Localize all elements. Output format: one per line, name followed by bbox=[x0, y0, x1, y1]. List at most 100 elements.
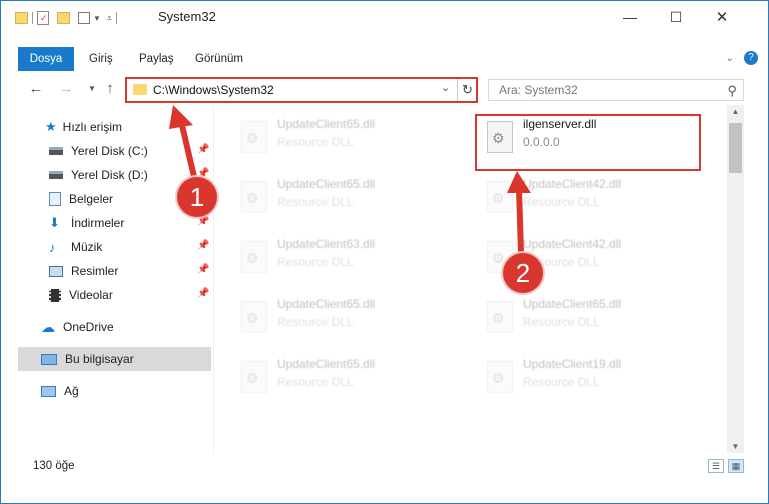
view-options-icon[interactable] bbox=[78, 12, 90, 24]
file-item[interactable]: ⚙ UpdateClient19.dll Resource DLL bbox=[477, 351, 707, 399]
file-item[interactable]: ⚙ UpdateClient42.dll Resource DLL bbox=[477, 171, 707, 219]
target-file-highlight bbox=[475, 114, 701, 171]
sidebar-item-this-pc[interactable]: Bu bilgisayar bbox=[18, 347, 211, 371]
file-description: Resource DLL bbox=[277, 195, 354, 209]
tab-view[interactable]: Görünüm bbox=[195, 47, 243, 71]
search-icon[interactable]: ⚲ bbox=[727, 81, 737, 101]
item-count: 130 öğe bbox=[33, 460, 75, 472]
sidebar-item-label: Videolar bbox=[69, 288, 113, 302]
close-button[interactable]: ✕ bbox=[699, 1, 745, 33]
sidebar-item-label: Yerel Disk (C:) bbox=[71, 144, 148, 158]
dll-file-icon: ⚙ bbox=[241, 181, 267, 213]
file-description: Resource DLL bbox=[523, 315, 600, 329]
file-item[interactable]: ⚙ UpdateClient63.dll Resource DLL bbox=[231, 231, 461, 279]
dll-file-icon: ⚙ bbox=[487, 301, 513, 333]
window-title: System32 bbox=[158, 9, 216, 24]
customize-toolbar-icon[interactable]: ⩡ bbox=[107, 13, 112, 24]
large-icons-view-icon[interactable]: ▦ bbox=[728, 459, 744, 473]
sidebar-item-videos[interactable]: Videolar 📌 bbox=[1, 283, 211, 307]
computer-icon bbox=[41, 353, 57, 365]
explorer-window: ✓ ▼ ⩡ System32 — ☐ ✕ Dosya Giriş Paylaş … bbox=[0, 0, 769, 504]
tab-file[interactable]: Dosya bbox=[18, 47, 74, 71]
scroll-down-icon[interactable]: ▼ bbox=[727, 442, 744, 451]
dll-file-icon: ⚙ bbox=[241, 121, 267, 153]
pin-icon: 📌 bbox=[197, 288, 210, 299]
quick-access-toolbar: ✓ ▼ ⩡ bbox=[15, 10, 121, 26]
sidebar-item-label: OneDrive bbox=[63, 320, 114, 334]
search-placeholder: Ara: System32 bbox=[499, 83, 578, 97]
pin-icon: 📌 bbox=[197, 216, 210, 227]
ribbon-tabs: Dosya Giriş Paylaş Görünüm ⌄ ? bbox=[1, 47, 768, 71]
expand-ribbon-icon[interactable]: ⌄ bbox=[726, 53, 734, 64]
sidebar-item-quick-access[interactable]: ★ Hızlı erişim bbox=[1, 115, 211, 139]
dll-file-icon: ⚙ bbox=[241, 301, 267, 333]
chevron-down-icon[interactable]: ⌄ bbox=[441, 81, 450, 94]
file-description: Resource DLL bbox=[277, 135, 354, 149]
file-description: Resource DLL bbox=[523, 375, 600, 389]
sidebar-item-network[interactable]: Ağ bbox=[1, 379, 211, 403]
help-icon[interactable]: ? bbox=[744, 51, 758, 65]
cloud-icon: ☁ bbox=[41, 318, 55, 335]
details-view-icon[interactable]: ☰ bbox=[708, 459, 724, 473]
videos-icon bbox=[49, 288, 61, 302]
up-arrow-icon[interactable]: ↑ bbox=[101, 80, 119, 98]
file-name: UpdateClient65.dll bbox=[277, 117, 376, 131]
dll-file-icon: ⚙ bbox=[487, 181, 513, 213]
address-path[interactable]: C:\Windows\System32 bbox=[153, 83, 274, 97]
view-toggle: ☰ ▦ bbox=[708, 459, 744, 473]
sidebar-item-label: Yerel Disk (D:) bbox=[71, 168, 148, 182]
divider bbox=[32, 12, 33, 24]
minimize-button[interactable]: — bbox=[607, 1, 653, 33]
maximize-button[interactable]: ☐ bbox=[653, 1, 699, 33]
forward-arrow-icon[interactable]: → bbox=[57, 80, 75, 98]
properties-icon[interactable]: ✓ bbox=[37, 11, 49, 25]
address-row: ← → ▼ ↑ C:\Windows\System32 ⌄ ↻ Ara: Sys… bbox=[1, 75, 768, 105]
title-bar: ✓ ▼ ⩡ System32 — ☐ ✕ bbox=[1, 1, 768, 35]
file-item[interactable]: ⚙ UpdateClient65.dll Resource DLL bbox=[231, 291, 461, 339]
file-name: UpdateClient65.dll bbox=[523, 297, 622, 311]
file-item[interactable]: ⚙ UpdateClient65.dll Resource DLL bbox=[477, 291, 707, 339]
file-name: UpdateClient65.dll bbox=[277, 177, 376, 191]
vertical-scrollbar[interactable]: ▲ ▼ bbox=[727, 105, 744, 453]
sidebar-item-label: Müzik bbox=[71, 240, 103, 254]
file-item[interactable]: ⚙ UpdateClient65.dll Resource DLL bbox=[231, 111, 461, 159]
chevron-down-icon[interactable]: ▼ bbox=[93, 14, 101, 23]
file-description: Resource DLL bbox=[277, 255, 354, 269]
status-bar: 130 öğe ☰ ▦ bbox=[1, 453, 768, 481]
sidebar-item-pictures[interactable]: Resimler 📌 bbox=[1, 259, 211, 283]
scroll-thumb[interactable] bbox=[729, 123, 742, 173]
search-input[interactable]: Ara: System32 ⚲ bbox=[488, 79, 744, 101]
sidebar-item-label: Belgeler bbox=[69, 192, 114, 206]
address-bar[interactable]: C:\Windows\System32 ⌄ ↻ bbox=[125, 77, 478, 103]
navigation-pane: ★ Hızlı erişim Yerel Disk (C:) 📌 Yerel D… bbox=[1, 111, 213, 451]
sidebar-item-music[interactable]: ♪ Müzik 📌 bbox=[1, 235, 211, 259]
file-item[interactable]: ⚙ UpdateClient65.dll Resource DLL bbox=[231, 351, 461, 399]
new-folder-icon[interactable] bbox=[57, 12, 70, 24]
back-arrow-icon[interactable]: ← bbox=[27, 80, 45, 98]
scroll-up-icon[interactable]: ▲ bbox=[727, 107, 744, 116]
sidebar-item-disk-d[interactable]: Yerel Disk (D:) 📌 bbox=[1, 163, 211, 187]
sidebar-item-label: Ağ bbox=[64, 384, 79, 398]
sidebar-item-downloads[interactable]: ⬇ İndirmeler 📌 bbox=[1, 211, 211, 235]
file-item[interactable]: ⚙ UpdateClient65.dll Resource DLL bbox=[231, 171, 461, 219]
file-name: UpdateClient19.dll bbox=[523, 357, 622, 371]
tab-home[interactable]: Giriş bbox=[89, 47, 113, 71]
tab-share[interactable]: Paylaş bbox=[139, 47, 174, 71]
folder-icon[interactable] bbox=[15, 12, 28, 24]
documents-icon bbox=[49, 192, 61, 206]
pictures-icon bbox=[49, 265, 63, 277]
folder-icon bbox=[133, 84, 147, 95]
refresh-icon[interactable]: ↻ bbox=[457, 79, 477, 101]
sidebar-item-label: Resimler bbox=[71, 264, 119, 278]
sidebar-item-label: Hızlı erişim bbox=[62, 120, 122, 134]
dll-file-icon: ⚙ bbox=[241, 241, 267, 273]
dll-file-icon: ⚙ bbox=[487, 361, 513, 393]
sidebar-item-onedrive[interactable]: ☁ OneDrive bbox=[1, 315, 211, 339]
recent-locations-icon[interactable]: ▼ bbox=[83, 80, 101, 98]
sidebar-item-disk-c[interactable]: Yerel Disk (C:) 📌 bbox=[1, 139, 211, 163]
pin-icon: 📌 bbox=[197, 240, 210, 251]
step-2-badge: 2 bbox=[503, 253, 543, 293]
divider bbox=[116, 12, 117, 24]
divider bbox=[213, 105, 214, 453]
file-description: Resource DLL bbox=[277, 375, 354, 389]
